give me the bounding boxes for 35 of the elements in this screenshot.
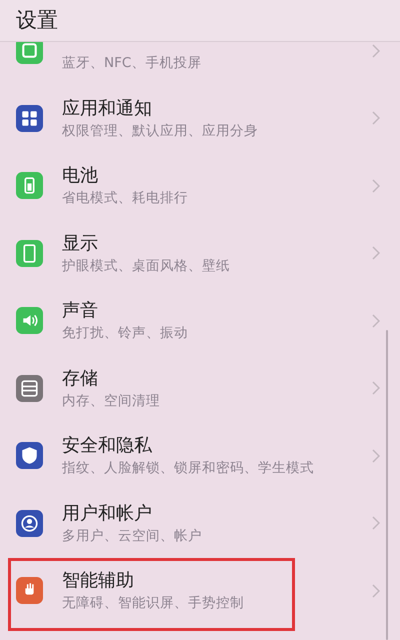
item-subtitle: 蓝牙、NFC、手机投屏 [62,54,202,74]
chevron-icon [372,246,380,260]
item-title: 应用和通知 [62,96,153,121]
item-subtitle: 多用户、云空间、帐户 [62,526,203,546]
item-title: 电池 [62,164,99,188]
user-icon [16,510,43,537]
item-title: 安全和隐私 [62,434,153,458]
hand-icon [16,577,43,604]
item-title: 智能辅助 [62,569,135,594]
battery-icon [16,172,43,200]
item-title: 存储 [62,366,99,391]
speaker-icon [16,307,43,334]
item-subtitle: 护眼模式、桌面风格、壁纸 [62,256,231,276]
chevron-icon [372,381,380,396]
chevron-icon [372,314,380,328]
item-title: 显示 [62,232,99,256]
item-subtitle: 省电模式、耗电排行 [62,189,189,208]
chevron-icon [372,448,380,463]
item-subtitle: 无障碍、智能识屏、手势控制 [62,594,245,614]
item-subtitle: 内存、空间清理 [62,392,161,411]
chevron-icon [372,584,380,598]
item-subtitle: 权限管理、默认应用、应用分身 [62,122,259,141]
page-title: 设置 [16,6,58,34]
item-title: 声音 [62,299,99,324]
grid-icon [16,104,43,132]
chevron-icon [372,178,380,193]
shield-icon [16,442,43,470]
item-title: 用户和帐户 [62,502,153,526]
item-subtitle: 免打扰、铃声、振动 [62,324,189,344]
chevron-icon [372,44,380,58]
phone-icon [16,240,43,267]
storage-icon [16,374,43,402]
chevron-icon [372,111,380,126]
item-subtitle: 指纹、人脸解锁、锁屏和密码、学生模式 [62,459,315,478]
chevron-icon [372,516,380,530]
